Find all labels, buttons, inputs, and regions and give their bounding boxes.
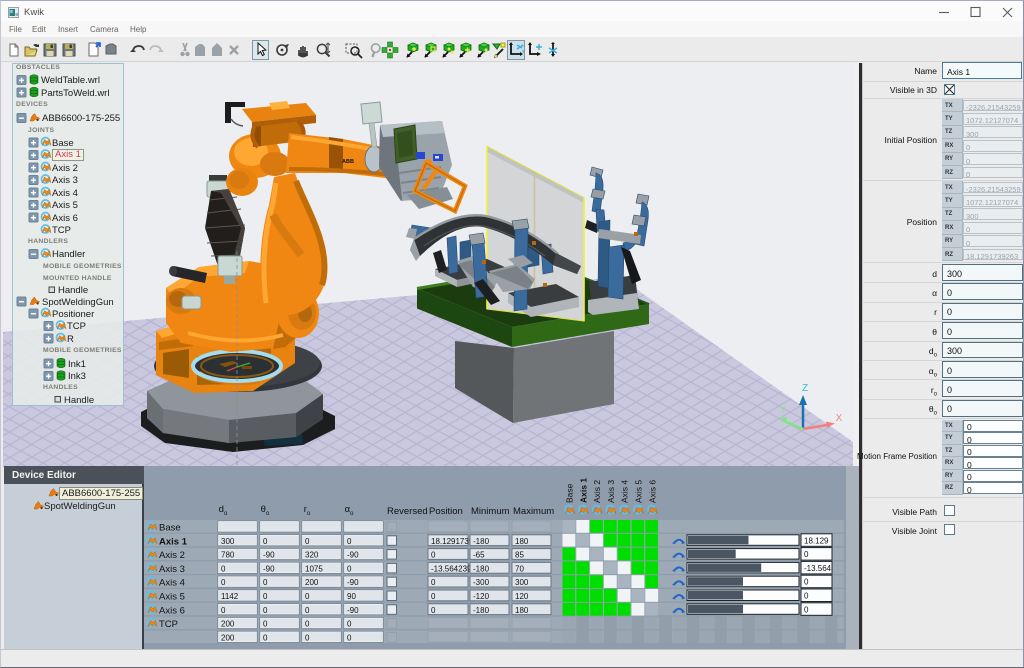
svg-text:120: 120 [515,592,529,601]
svg-text:180: 180 [515,606,529,615]
svg-text:1075: 1075 [305,564,323,573]
svg-text:Axis 6: Axis 6 [647,480,657,503]
svg-text:70: 70 [515,564,524,573]
svg-text:300: 300 [221,537,235,546]
svg-text:0: 0 [431,551,436,560]
svg-text:Base: Base [159,523,181,534]
svg-text:0: 0 [221,606,226,615]
svg-text:Axis 1: Axis 1 [578,478,588,503]
svg-text:0: 0 [431,578,436,587]
svg-text:-180: -180 [473,564,490,573]
svg-text:Base: Base [565,483,575,503]
svg-text:Y: Y [780,405,787,416]
svg-text:320: 320 [305,551,319,560]
svg-text:0: 0 [221,564,226,573]
svg-text:200: 200 [221,633,235,642]
svg-text:0: 0 [305,633,310,642]
svg-text:1142: 1142 [221,592,239,601]
svg-text:0: 0 [263,633,268,642]
svg-text:-90: -90 [263,551,275,560]
svg-text:90: 90 [347,592,356,601]
svg-text:0: 0 [263,592,268,601]
svg-text:0: 0 [431,606,436,615]
svg-text:-13.564239: -13.564239 [431,564,472,573]
svg-text:Axis 2: Axis 2 [159,550,185,561]
svg-text:0: 0 [431,592,436,601]
svg-text:0: 0 [305,537,310,546]
svg-text:0: 0 [804,550,809,559]
svg-text:0: 0 [263,620,268,629]
svg-text:-300: -300 [473,578,490,587]
svg-text:-180: -180 [473,537,490,546]
svg-text:Axis 5: Axis 5 [634,480,644,503]
svg-text:0: 0 [221,578,226,587]
svg-text:0: 0 [263,578,268,587]
svg-text:18.1291739: 18.1291739 [431,537,474,546]
svg-text:200: 200 [221,620,235,629]
svg-text:0: 0 [804,605,809,614]
svg-text:0: 0 [305,620,310,629]
svg-text:0: 0 [305,592,310,601]
svg-text:-13.564: -13.564 [804,564,832,573]
svg-text:0: 0 [263,606,268,615]
svg-text:85: 85 [515,551,524,560]
svg-text:Axis 1: Axis 1 [159,536,188,547]
svg-text:-65: -65 [473,551,485,560]
svg-text:Axis 4: Axis 4 [159,578,185,589]
svg-text:-90: -90 [263,564,275,573]
svg-text:-90: -90 [347,578,359,587]
svg-text:0: 0 [347,564,352,573]
svg-text:ABB: ABB [342,159,354,165]
svg-text:-90: -90 [347,551,359,560]
svg-text:200: 200 [305,578,319,587]
svg-text:Axis 2: Axis 2 [592,480,602,503]
svg-text:180: 180 [515,537,529,546]
svg-text:Axis 3: Axis 3 [159,564,185,575]
svg-text:Axis 4: Axis 4 [620,480,630,503]
svg-text:0: 0 [347,620,352,629]
svg-text:X: X [836,413,843,424]
svg-text:0: 0 [263,537,268,546]
svg-text:-90: -90 [347,606,359,615]
svg-text:780: 780 [221,551,235,560]
svg-text:300: 300 [515,578,529,587]
svg-text:18.129: 18.129 [804,536,829,545]
svg-text:0: 0 [347,537,352,546]
svg-text:0: 0 [804,592,809,601]
svg-text:-180: -180 [473,606,490,615]
svg-text:Axis 3: Axis 3 [606,480,616,503]
svg-text:Axis 5: Axis 5 [159,592,185,603]
svg-text:Axis 6: Axis 6 [159,605,185,616]
svg-text:Z: Z [802,383,808,394]
svg-text:0: 0 [305,606,310,615]
svg-text:0: 0 [347,633,352,642]
svg-text:TCP: TCP [159,619,178,630]
svg-text:-120: -120 [473,592,490,601]
svg-text:0: 0 [804,578,809,587]
